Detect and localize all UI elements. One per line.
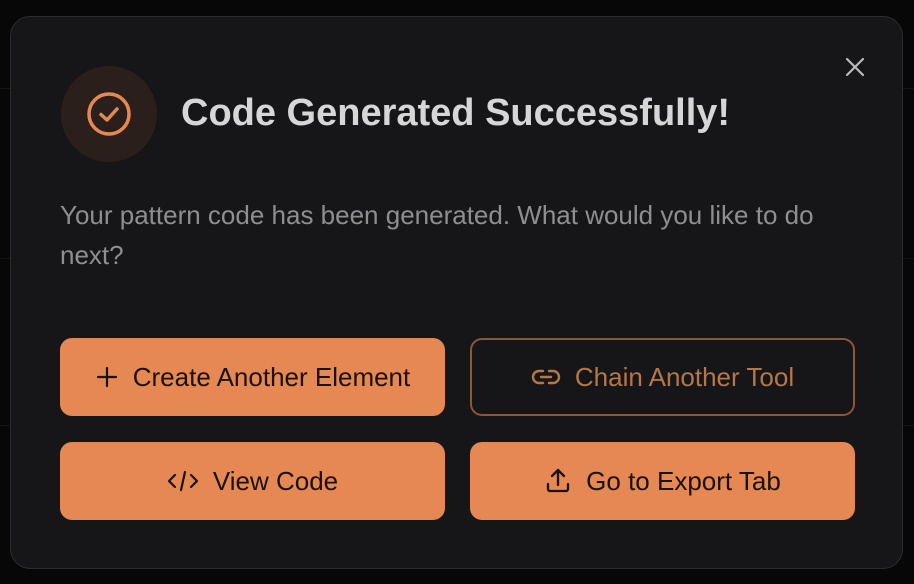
dialog-description: Your pattern code has been generated. Wh…	[60, 200, 814, 270]
go-to-export-tab-button[interactable]: Go to Export Tab	[470, 442, 855, 520]
success-dialog: Code Generated Successfully! Your patter…	[10, 16, 903, 569]
dialog-title: Code Generated Successfully!	[181, 92, 731, 134]
go-to-export-tab-label: Go to Export Tab	[586, 465, 781, 496]
close-button[interactable]	[841, 53, 869, 81]
plus-icon	[95, 365, 119, 389]
link-icon	[531, 367, 561, 387]
view-code-button[interactable]: View Code	[60, 442, 445, 520]
create-another-element-label: Create Another Element	[132, 361, 411, 392]
view-code-label: View Code	[212, 465, 339, 496]
chain-another-tool-label: Chain Another Tool	[574, 361, 795, 392]
close-icon	[845, 57, 865, 77]
success-badge	[61, 66, 157, 162]
check-circle-icon	[87, 92, 131, 136]
create-another-element-button[interactable]: Create Another Element	[60, 338, 445, 416]
code-icon	[167, 469, 199, 493]
upload-icon	[544, 467, 572, 495]
chain-another-tool-button[interactable]: Chain Another Tool	[470, 338, 855, 416]
